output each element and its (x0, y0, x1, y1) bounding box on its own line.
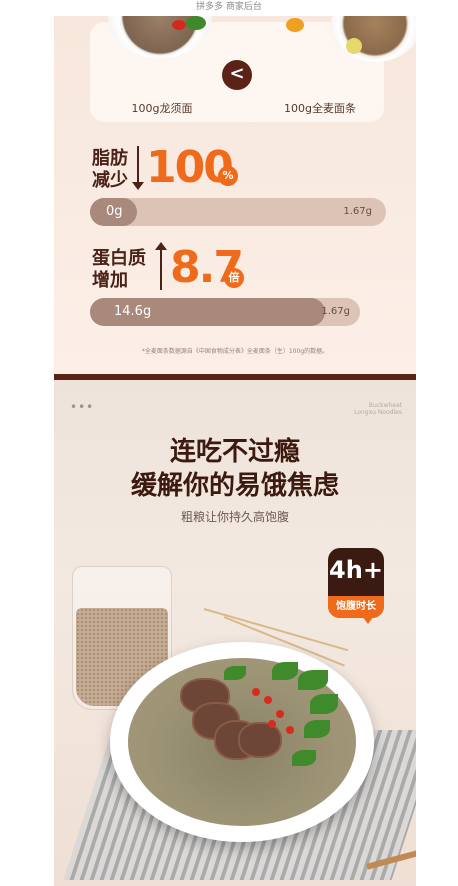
headline-line1: 连吃不过瘾 (169, 437, 300, 467)
fat-bar-track: 0g 1.67g (90, 198, 386, 226)
fat-reduction-value: 100 (146, 142, 234, 193)
beef-slice-image (238, 722, 282, 758)
protein-bar-right-value: 1.67g (321, 306, 350, 317)
cilantro-image (310, 694, 338, 714)
badge-pointer-icon (362, 616, 374, 624)
cilantro-image (224, 666, 246, 680)
protein-bar-track: 14.6g 1.67g (90, 298, 360, 326)
fat-label: 脂肪 减少 (92, 148, 128, 192)
nutrition-comparison-panel: < 100g龙须面 100g全麦面条 脂肪 减少 100 % 0g 1.67g … (54, 16, 416, 376)
up-arrow-line-icon (160, 248, 162, 290)
up-arrowhead-icon (155, 242, 167, 250)
subheadline: 粗粮让你持久高饱腹 (180, 510, 289, 524)
brand-line1: Buckwheat (368, 402, 402, 409)
chili-image (252, 688, 260, 696)
vegetable-garnish (286, 18, 304, 32)
brand-watermark: Buckwheat Longxu Noodles (354, 402, 402, 416)
cilantro-image (272, 662, 298, 680)
compare-less-than-icon: < (222, 60, 252, 90)
cilantro-image (304, 720, 330, 738)
chili-garnish (172, 20, 186, 30)
herb-garnish (186, 16, 206, 30)
data-source-footnote: *全麦面条数据源自《中国食物成分表》全麦面条（生）100g的数据。 (141, 348, 329, 355)
right-product-label: 100g全麦面条 (284, 102, 356, 115)
more-dots-icon: ••• (70, 400, 95, 414)
lemon-garnish (346, 38, 362, 54)
cilantro-image (292, 750, 316, 766)
protein-label: 蛋白质 增加 (92, 248, 146, 292)
chili-image (276, 710, 284, 718)
fat-bar-right-value: 1.67g (343, 206, 372, 217)
fat-label-line2: 减少 (92, 170, 128, 191)
protein-label-line1: 蛋白质 (92, 248, 146, 269)
chili-image (268, 720, 276, 728)
fat-label-line1: 脂肪 (92, 148, 128, 169)
brand-line2: Longxu Noodles (354, 409, 402, 416)
page-header-title: 拼多多 商家后台 (196, 2, 262, 12)
down-arrowhead-icon (132, 182, 144, 190)
cilantro-image (298, 670, 328, 690)
protein-bar-left-value: 14.6g (114, 304, 152, 319)
chili-image (286, 726, 294, 734)
product-detail-page: 拼多多 商家后台 < 100g龙须面 100g全麦面条 脂肪 减少 100 % … (0, 0, 458, 886)
satiety-promo-panel: ••• Buckwheat Longxu Noodles 连吃不过瘾 缓解你的易… (54, 380, 416, 886)
left-product-label: 100g龙须面 (131, 102, 193, 115)
fat-percent-unit: % (218, 166, 238, 186)
protein-times-unit: 倍 (224, 268, 244, 288)
protein-label-line2: 增加 (92, 270, 128, 291)
chili-image (264, 696, 272, 704)
satiety-duration-value: 4h+ (329, 556, 383, 584)
satiety-duration-badge: 4h+ 饱腹时长 (328, 548, 384, 618)
fat-bar-left-value: 0g (106, 204, 123, 219)
headline-line2: 缓解你的易饿焦虑 (130, 471, 339, 501)
satiety-duration-tag: 饱腹时长 (328, 596, 384, 618)
